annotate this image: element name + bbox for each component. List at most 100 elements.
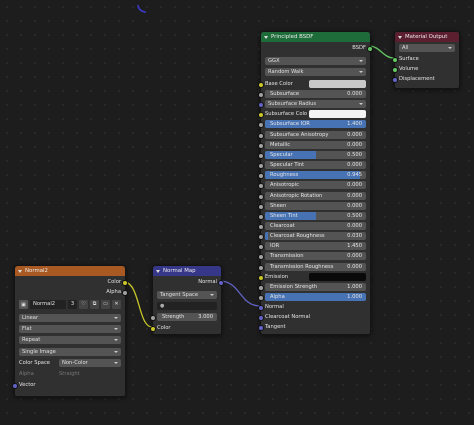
material-output-header[interactable]: Material Output bbox=[395, 32, 459, 42]
volume-socket[interactable] bbox=[392, 67, 398, 73]
image-texture-node[interactable]: Normal2 Color Alpha ▣ Normal2 3 ♡ ⧉ ▭ ✕ … bbox=[12, 265, 128, 397]
input-slider[interactable]: Clearcoat 0.000 bbox=[265, 221, 366, 230]
input-socket[interactable] bbox=[258, 244, 264, 251]
bsdf-output-socket[interactable] bbox=[367, 46, 373, 52]
collapse-chevron-icon[interactable] bbox=[398, 35, 402, 39]
displacement-socket[interactable] bbox=[392, 77, 398, 83]
input-socket[interactable] bbox=[258, 264, 264, 271]
alpha-output-socket[interactable] bbox=[122, 290, 128, 296]
base-color-socket[interactable] bbox=[258, 82, 264, 88]
input-socket[interactable] bbox=[258, 112, 264, 119]
extension-dropdown[interactable]: Repeat bbox=[19, 336, 121, 344]
input-socket[interactable] bbox=[258, 213, 264, 220]
collapse-chevron-icon[interactable] bbox=[264, 35, 268, 39]
color-space-dropdown[interactable]: Non-Color bbox=[59, 359, 121, 367]
input-slider[interactable]: Subsurface Anisotropy 0.000 bbox=[265, 130, 366, 139]
input-slider[interactable]: Anisotropic Rotation 0.000 bbox=[265, 191, 366, 200]
input-value: 0.000 bbox=[347, 91, 362, 97]
alpha-mode-value: Straight bbox=[59, 371, 80, 377]
projection-dropdown[interactable]: Flat bbox=[19, 325, 121, 333]
input-slider[interactable]: Roughness 0.945 bbox=[265, 171, 366, 180]
tangent-label: Tangent bbox=[265, 324, 286, 330]
input-socket[interactable] bbox=[258, 92, 264, 98]
distribution-dropdown[interactable]: GGX bbox=[265, 57, 366, 65]
unlink-x-icon[interactable]: ✕ bbox=[112, 300, 121, 309]
subsurface-radius-dropdown[interactable]: Subsurface Radius bbox=[265, 100, 366, 109]
vector-input-socket[interactable] bbox=[12, 383, 18, 389]
fake-user-shield-icon[interactable]: ♡ bbox=[79, 300, 88, 309]
vector-input-row: Vector bbox=[19, 381, 121, 389]
image-browse-icon[interactable]: ▣ bbox=[19, 300, 28, 309]
strength-slider[interactable]: Strength 3.000 bbox=[157, 313, 217, 321]
input-socket[interactable] bbox=[258, 163, 264, 170]
input-slider[interactable]: Specular 0.500 bbox=[265, 150, 366, 159]
normal-space-dropdown[interactable]: Tangent Space bbox=[157, 291, 217, 299]
interpolation-dropdown[interactable]: Linear bbox=[19, 314, 121, 322]
input-socket[interactable] bbox=[258, 122, 264, 129]
input-slider[interactable]: Emission Strength 1.000 bbox=[265, 282, 366, 291]
input-slider[interactable]: Clearcoat Roughness 0.030 bbox=[265, 232, 366, 241]
link-color-normalmap bbox=[123, 281, 153, 328]
input-slider[interactable]: Alpha 1.000 bbox=[265, 293, 366, 301]
surface-socket[interactable] bbox=[392, 57, 398, 63]
color-swatch[interactable] bbox=[309, 110, 366, 119]
collapse-chevron-icon[interactable] bbox=[18, 269, 22, 273]
color-input-socket[interactable] bbox=[150, 326, 156, 332]
input-slider[interactable]: Specular Tint 0.000 bbox=[265, 161, 366, 170]
input-value: 0.000 bbox=[347, 182, 362, 189]
image-texture-header[interactable]: Normal2 bbox=[15, 266, 125, 276]
collapse-chevron-icon[interactable] bbox=[156, 269, 160, 273]
input-socket[interactable] bbox=[258, 173, 264, 180]
input-socket[interactable] bbox=[258, 102, 264, 109]
input-socket[interactable] bbox=[258, 142, 264, 149]
color-output-label: Color bbox=[107, 279, 121, 285]
color-output-socket[interactable] bbox=[122, 280, 128, 286]
output-target-dropdown[interactable]: All bbox=[399, 44, 455, 52]
tangent-socket[interactable] bbox=[258, 325, 264, 331]
input-socket[interactable] bbox=[258, 223, 264, 230]
input-slider[interactable]: Transmission Roughness 0.000 bbox=[265, 262, 366, 271]
base-color-swatch[interactable] bbox=[309, 80, 366, 88]
principled-bsdf-node[interactable]: Principled BSDF BSDF GGX Random Walk Bas… bbox=[258, 31, 373, 335]
image-name-field[interactable]: Normal2 bbox=[30, 300, 66, 309]
normal-map-output-socket[interactable] bbox=[218, 280, 224, 286]
input-value: 1.000 bbox=[347, 283, 362, 290]
normal-map-header[interactable]: Normal Map bbox=[153, 266, 221, 276]
open-folder-icon[interactable]: ▭ bbox=[101, 300, 110, 309]
input-socket[interactable] bbox=[258, 152, 264, 159]
input-label: Subsurface Anisotropy bbox=[270, 131, 329, 138]
input-slider[interactable]: Subsurface 0.000 bbox=[265, 90, 366, 98]
input-slider[interactable]: Transmission 0.000 bbox=[265, 252, 366, 261]
input-socket[interactable] bbox=[258, 183, 264, 190]
normal-input-socket[interactable] bbox=[258, 305, 264, 311]
input-slider[interactable]: Subsurface IOR 1.400 bbox=[265, 120, 366, 129]
input-socket[interactable] bbox=[258, 254, 264, 261]
input-socket[interactable] bbox=[258, 203, 264, 210]
input-slider[interactable]: Metallic 0.000 bbox=[265, 140, 366, 149]
input-socket[interactable] bbox=[258, 193, 264, 200]
input-socket[interactable] bbox=[258, 132, 264, 139]
clearcoat-normal-socket[interactable] bbox=[258, 315, 264, 321]
input-slider[interactable]: Anisotropic 0.000 bbox=[265, 181, 366, 190]
chevron-down-icon bbox=[114, 362, 118, 364]
user-count-badge[interactable]: 3 bbox=[68, 300, 77, 309]
strength-socket[interactable] bbox=[150, 315, 156, 321]
input-socket[interactable] bbox=[258, 234, 264, 241]
input-label: Emission bbox=[265, 273, 289, 280]
input-socket[interactable] bbox=[258, 274, 264, 281]
input-slider[interactable]: Sheen Tint 0.500 bbox=[265, 211, 366, 220]
input-slider[interactable]: Sheen 0.000 bbox=[265, 201, 366, 210]
input-socket[interactable] bbox=[258, 295, 264, 301]
uv-map-field[interactable]: ● bbox=[157, 302, 217, 310]
color-swatch[interactable] bbox=[309, 272, 366, 281]
input-socket[interactable] bbox=[258, 284, 264, 291]
subsurface-method-dropdown[interactable]: Random Walk bbox=[265, 68, 366, 76]
tangent-row: Tangent bbox=[265, 323, 366, 331]
principled-bsdf-header[interactable]: Principled BSDF bbox=[261, 32, 370, 42]
source-dropdown[interactable]: Single Image bbox=[19, 348, 121, 356]
input-slider[interactable]: IOR 1.450 bbox=[265, 242, 366, 251]
normal-map-node[interactable]: Normal Map Normal Tangent Space ● Streng… bbox=[150, 265, 224, 335]
new-image-icon[interactable]: ⧉ bbox=[90, 300, 99, 309]
material-output-node[interactable]: Material Output All Surface Volume Displ… bbox=[392, 31, 460, 89]
principled-bsdf-title: Principled BSDF bbox=[271, 34, 314, 40]
